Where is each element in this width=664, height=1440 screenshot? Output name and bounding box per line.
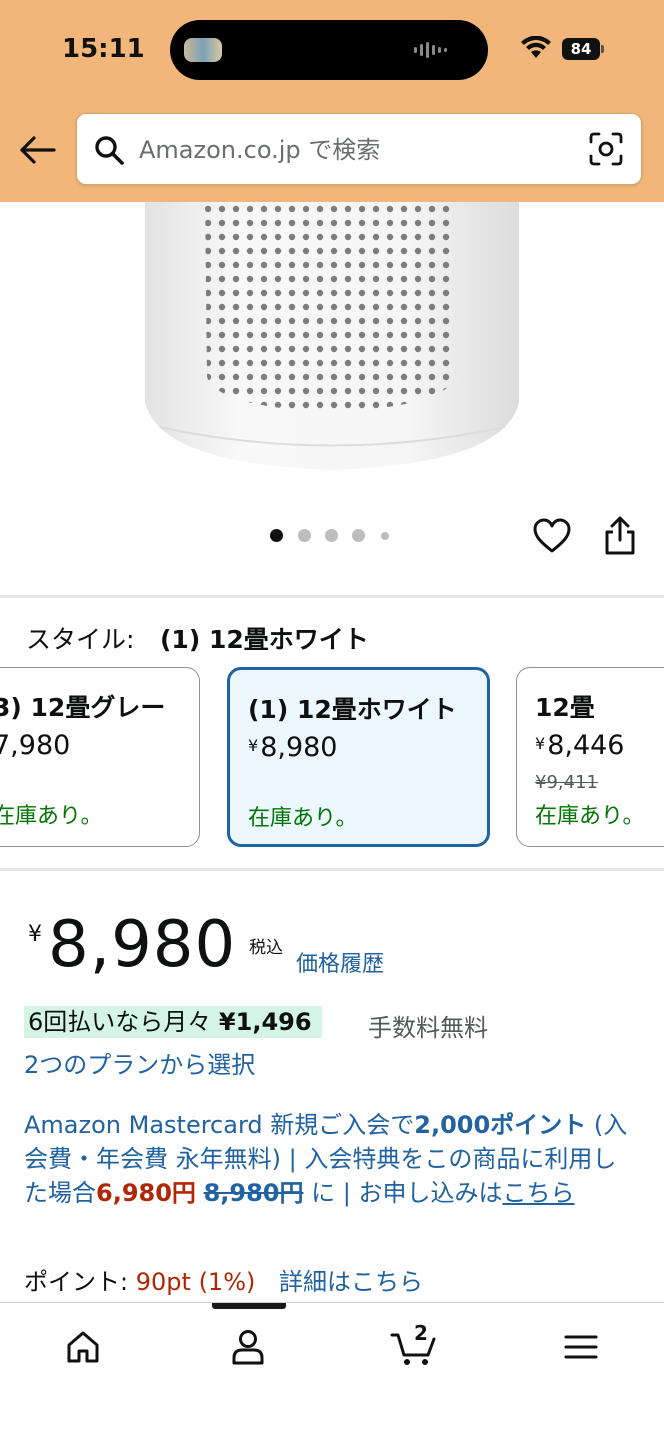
nav-account[interactable] — [208, 1323, 288, 1371]
search-input[interactable] — [139, 130, 569, 170]
style-option-price-value: 8,980 — [260, 732, 338, 763]
style-option-title: (1) 12畳ホワイト — [248, 695, 457, 724]
yen-symbol: ¥ — [535, 734, 546, 753]
style-selected-value: (1) 12畳ホワイト — [160, 625, 369, 654]
cart-count-badge: 2 — [414, 1321, 428, 1345]
carousel-dot-active — [270, 529, 283, 542]
points-detail-link[interactable]: 詳細はこちら — [279, 1268, 423, 1296]
style-option-price: ¥8,446 — [535, 730, 624, 761]
nav-menu[interactable] — [541, 1323, 621, 1371]
carousel-dot-small — [381, 532, 389, 540]
bottom-navigation: 2 — [0, 1302, 664, 1440]
style-option-gray[interactable]: 3) 12畳グレー 7,980 在庫あり。 — [0, 667, 200, 847]
carousel-dot — [325, 529, 338, 542]
mastercard-text-1: Amazon Mastercard 新規ご入会で — [24, 1111, 415, 1139]
search-icon — [95, 136, 124, 165]
nav-active-indicator — [212, 1303, 286, 1309]
search-bar[interactable] — [76, 113, 642, 185]
mastercard-points: 2,000ポイント — [414, 1111, 587, 1139]
heart-icon[interactable] — [532, 517, 572, 555]
style-option-list-price: ¥9,411 — [535, 772, 598, 793]
nav-home[interactable] — [43, 1323, 123, 1371]
tax-label: 税込 — [249, 938, 283, 958]
person-icon — [232, 1330, 264, 1365]
points-row: ポイント: 90pt (1%) 詳細はこちら — [24, 1262, 423, 1297]
share-icon[interactable] — [602, 516, 638, 556]
mastercard-space — [196, 1179, 204, 1207]
style-option-stock: 在庫あり。 — [248, 806, 358, 831]
style-option-price-value: 8,446 — [547, 730, 625, 761]
dynamic-island — [170, 20, 488, 80]
style-option-price: ¥8,980 — [248, 732, 337, 763]
style-option-price: 7,980 — [0, 730, 70, 761]
product-image[interactable] — [145, 202, 519, 472]
style-option-stock: 在庫あり。 — [535, 804, 645, 829]
installment-amount: ¥1,496 — [218, 1008, 312, 1036]
home-icon — [67, 1331, 99, 1363]
style-option-stock: 在庫あり。 — [0, 804, 103, 829]
nav-cart[interactable]: 2 — [374, 1321, 454, 1371]
plan-select-link[interactable]: 2つのプランから選択 — [24, 1045, 255, 1080]
points-label: ポイント: — [24, 1268, 129, 1296]
price-yen-symbol: ¥ — [28, 922, 42, 947]
style-option-title: 12畳 — [535, 693, 595, 722]
status-time: 15:11 — [62, 34, 145, 64]
wifi-icon — [521, 36, 551, 58]
camera-scan-icon[interactable] — [589, 132, 623, 166]
mastercard-offer[interactable]: Amazon Mastercard 新規ご入会で2,000ポイント (入会費・年… — [24, 1108, 640, 1210]
yen-symbol: ¥ — [248, 736, 259, 755]
installment-badge: 6回払いなら月々 ¥1,496 — [24, 1006, 322, 1038]
mastercard-apply-link[interactable]: こちら — [502, 1179, 574, 1207]
section-divider — [0, 868, 664, 871]
audio-wave-icon — [414, 42, 447, 58]
mastercard-original-price: 8,980円 — [203, 1179, 304, 1207]
now-playing-thumbnail — [184, 38, 222, 62]
points-value: 90pt — [135, 1268, 191, 1296]
fee-free-note: 手数料無料 — [368, 1014, 488, 1042]
style-option-third[interactable]: 12畳 ¥8,446 ¥9,411 在庫あり。 — [516, 667, 664, 847]
style-option-price-value: 7,980 — [0, 730, 71, 761]
section-divider — [0, 595, 664, 598]
price-amount: 8,980 — [48, 908, 237, 982]
back-arrow-icon[interactable] — [18, 132, 58, 168]
style-option-title: 3) 12畳グレー — [0, 693, 166, 722]
hamburger-menu-icon — [564, 1335, 598, 1359]
style-label: スタイル: — [26, 625, 135, 654]
installment-text: 6回払いなら月々 — [28, 1008, 212, 1036]
battery-indicator: 84 — [562, 38, 600, 60]
carousel-dot — [352, 529, 365, 542]
price-history-link[interactable]: 価格履歴 — [296, 946, 384, 978]
points-percent: (1%) — [198, 1268, 256, 1296]
carousel-dot — [298, 529, 311, 542]
mastercard-text-3: に | お申し込みは — [303, 1179, 503, 1207]
style-option-white[interactable]: (1) 12畳ホワイト ¥8,980 在庫あり。 — [227, 667, 490, 847]
mastercard-discount-price: 6,980円 — [96, 1179, 196, 1207]
battery-tip — [601, 45, 604, 53]
